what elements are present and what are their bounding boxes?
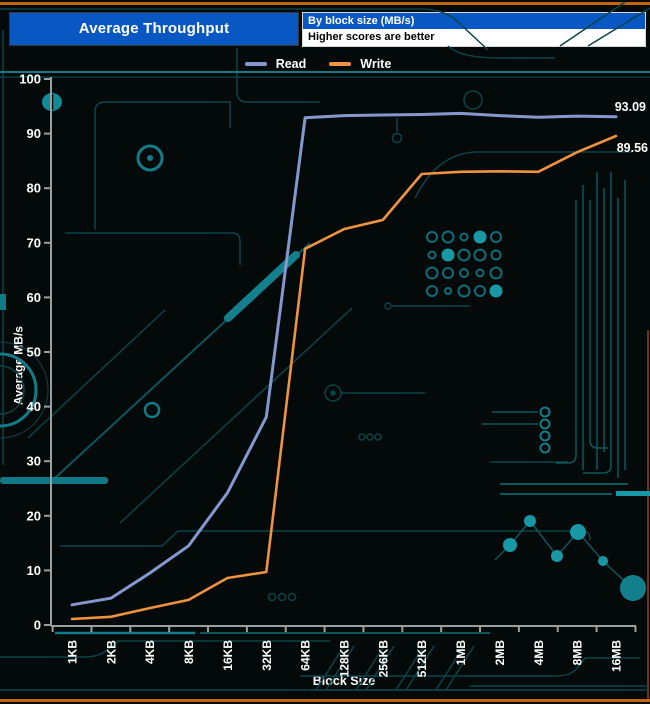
y-tick-label: 50 bbox=[27, 345, 41, 360]
x-category-label: 8KB bbox=[182, 640, 196, 664]
read-end-value-label: 93.09 bbox=[614, 100, 646, 114]
y-tick-label: 20 bbox=[27, 508, 41, 523]
x-category-label: 2MB bbox=[493, 640, 507, 666]
x-category-label: 4KB bbox=[143, 640, 157, 664]
y-tick-label: 70 bbox=[27, 235, 41, 250]
x-category-label: 32KB bbox=[260, 640, 274, 671]
x-category-label: 4MB bbox=[532, 640, 546, 666]
y-tick-label: 0 bbox=[34, 618, 41, 633]
x-category-label: 8MB bbox=[571, 640, 585, 666]
x-category-label: 256KB bbox=[376, 640, 390, 678]
x-category-label: 16MB bbox=[609, 640, 623, 672]
read-line bbox=[70, 111, 618, 607]
x-category-label: 2KB bbox=[104, 640, 118, 664]
y-tick-label: 30 bbox=[27, 454, 41, 469]
y-tick-label: 40 bbox=[27, 399, 41, 414]
write-end-value-label: 89.56 bbox=[616, 141, 648, 155]
y-tick-label: 80 bbox=[27, 181, 41, 196]
y-tick-label: 90 bbox=[27, 126, 41, 141]
throughput-line-chart: 0 10 20 30 40 50 60 70 80 90 100 1KB 2KB 4KB 8KB 16KB 32… bbox=[19, 72, 637, 678]
y-tick-label: 10 bbox=[27, 563, 41, 578]
benchmark-chart-screenshot: Average Throughput By block size (MB/s) … bbox=[0, 0, 650, 704]
x-category-label: 64KB bbox=[299, 640, 313, 671]
x-category-label: 16KB bbox=[221, 640, 235, 671]
x-category-label: 512KB bbox=[415, 640, 429, 678]
y-tick-label: 60 bbox=[27, 290, 41, 305]
write-line bbox=[70, 134, 618, 621]
x-category-label: 1KB bbox=[66, 640, 80, 664]
x-category-label: 1MB bbox=[454, 640, 468, 666]
x-category-label: 128KB bbox=[337, 640, 351, 678]
y-tick-label: 100 bbox=[19, 72, 41, 87]
